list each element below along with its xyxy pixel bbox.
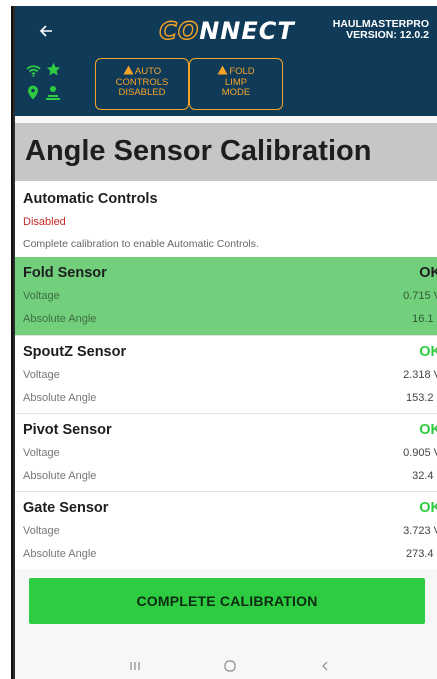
voltage-label: Voltage [23,525,60,537]
voltage-label: Voltage [23,369,60,381]
recents-icon[interactable] [123,656,147,676]
voltage-value: 3.723 V [403,525,437,537]
version-info: HAULMASTERPRO VERSION: 12.0.2 [333,19,429,41]
automatic-controls-status: Disabled [23,216,66,228]
voltage-value: 0.905 V [403,447,437,459]
complete-calibration-button[interactable]: COMPLETE CALIBRATION [29,578,425,624]
sensor-name: Gate Sensor [23,500,109,516]
voltage-value: 2.318 V [403,369,437,381]
automatic-controls-section: Automatic Controls Disabled Complete cal… [15,181,437,257]
sensor-status: OK [419,422,437,438]
android-nav-bar [15,652,437,679]
sensor-status: OK [419,265,437,281]
title-bar: Angle Sensor Calibration [15,123,437,181]
sensor-name: Fold Sensor [23,265,107,281]
sensor-name: SpoutZ Sensor [23,344,127,360]
automatic-controls-note: Complete calibration to enable Automatic… [23,238,259,250]
voltage-label: Voltage [23,447,60,459]
warning-line-3: MODE [221,87,251,98]
auto-controls-disabled-warning[interactable]: AUTO CONTROLS DISABLED [95,58,189,110]
back-icon[interactable] [313,656,337,676]
angle-value: 16.1 ° [412,313,437,325]
person-icon [45,84,61,100]
angle-value: 153.2 ° [406,392,437,404]
app-screen: CONNECT HAULMASTERPRO VERSION: 12.0.2 AU… [15,6,437,679]
app-header: CONNECT HAULMASTERPRO VERSION: 12.0.2 AU… [15,6,437,116]
location-pin-icon [25,84,41,100]
device-frame: CONNECT HAULMASTERPRO VERSION: 12.0.2 AU… [11,6,437,679]
angle-label: Absolute Angle [23,470,97,482]
automatic-controls-title: Automatic Controls [23,191,158,207]
wifi-icon [25,62,41,78]
sensor-row-gate[interactable]: Gate Sensor OK Voltage 3.723 V Absolute … [15,491,437,569]
version-number: VERSION: 12.0.2 [346,29,429,41]
sensor-row-spoutz[interactable]: SpoutZ Sensor OK Voltage 2.318 V Absolut… [15,335,437,413]
page-title: Angle Sensor Calibration [25,135,372,167]
status-icons [25,60,67,106]
star-icon [45,61,61,77]
top-bar: CONNECT HAULMASTERPRO VERSION: 12.0.2 [15,6,437,58]
voltage-label: Voltage [23,290,60,302]
angle-label: Absolute Angle [23,313,97,325]
sensor-row-pivot[interactable]: Pivot Sensor OK Voltage 0.905 V Absolute… [15,413,437,491]
angle-label: Absolute Angle [23,392,97,404]
home-icon[interactable] [218,656,242,676]
sensor-name: Pivot Sensor [23,422,112,438]
angle-value: 32.4 ° [412,470,437,482]
sensor-status: OK [419,344,437,360]
sensor-status: OK [419,500,437,516]
voltage-value: 0.715 V [403,290,437,302]
fold-limp-mode-warning[interactable]: FOLD LIMP MODE [189,58,283,110]
angle-value: 273.4 ° [406,548,437,560]
warning-line-3: DISABLED [118,87,166,98]
angle-label: Absolute Angle [23,548,97,560]
sensor-row-fold[interactable]: Fold Sensor OK Voltage 0.715 V Absolute … [15,257,437,335]
